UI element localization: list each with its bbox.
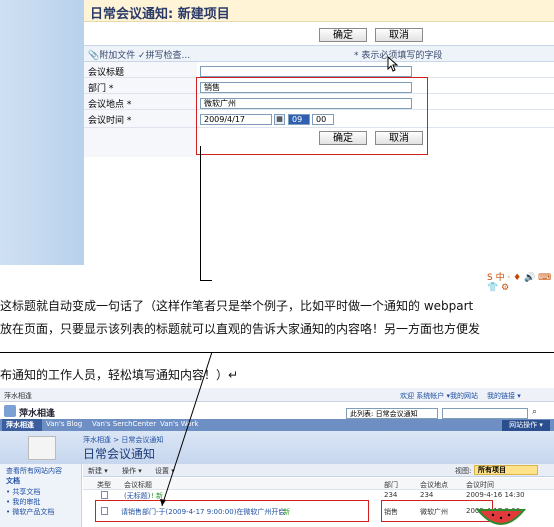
meeting-time-label: 会议时间 * bbox=[88, 116, 132, 126]
col-title[interactable]: 会议标题 bbox=[124, 480, 152, 490]
tab-home[interactable]: 萍水相逢 bbox=[6, 420, 34, 430]
spell-check-button[interactable]: ✓拼写检查... bbox=[138, 48, 190, 61]
row-time: 2009-4-16 14:30 bbox=[466, 491, 525, 499]
new-menu[interactable]: 新建 ▾ bbox=[88, 466, 108, 476]
view-all-content-link[interactable]: 查看所有网站内容 bbox=[6, 466, 62, 476]
meeting-title-input[interactable] bbox=[200, 66, 412, 77]
article-line-3: 布通知的工作人员，轻松填写通知内容！）↵ bbox=[0, 368, 239, 382]
nav-documents-heading[interactable]: 文档 bbox=[6, 476, 20, 486]
top-site-label: 萍水相逢 bbox=[4, 392, 32, 400]
search-icon[interactable]: ⌕ bbox=[532, 407, 537, 417]
separator-line bbox=[0, 352, 554, 353]
settings-menu[interactable]: 设置 ▾ bbox=[155, 466, 175, 476]
site-actions-menu[interactable]: 网站操作 ▾ bbox=[502, 420, 550, 431]
article-line-2: 放在页面，只要显示该列表的标题就可以直观的告诉大家通知的内容咯！另一方面也方便发 bbox=[0, 322, 481, 336]
attach-file-button[interactable]: 📎附加文件 bbox=[88, 48, 135, 61]
site-name: 萍水相逢 bbox=[19, 409, 56, 419]
form-left-panel bbox=[0, 0, 84, 265]
col-time[interactable]: 会议时间 bbox=[466, 480, 494, 490]
view-select[interactable]: 所有项目 bbox=[474, 465, 538, 475]
highlight-box bbox=[196, 77, 428, 155]
meeting-title-label: 会议标题 bbox=[88, 68, 125, 78]
tab-blog[interactable]: Van's Blog bbox=[46, 420, 82, 428]
nav-ms-product-docs[interactable]: • 微软产品文档 bbox=[6, 507, 54, 517]
search-scope-select[interactable]: 此列表: 日常会议通知 bbox=[346, 408, 438, 419]
col-location[interactable]: 会议地点 bbox=[420, 480, 448, 490]
tab-work[interactable]: Van's Work bbox=[160, 420, 199, 428]
view-label: 视图: bbox=[455, 467, 472, 475]
breadcrumb[interactable]: 萍水相逢 > 日常会议通知 bbox=[83, 435, 163, 445]
search-input[interactable] bbox=[442, 408, 528, 419]
form-title: 日常会议通知: 新建项目 bbox=[90, 7, 230, 22]
site-logo-icon bbox=[4, 405, 16, 417]
watermelon-icon bbox=[476, 509, 526, 525]
welcome-menu[interactable]: 欢迎 系统帐户 ▾ bbox=[400, 391, 450, 401]
ime-toolbar: S 中 · ♦ 🔊 ⌨ 👕 ⚙ bbox=[487, 273, 552, 293]
actions-menu[interactable]: 操作 ▾ bbox=[122, 466, 142, 476]
ok-button-top[interactable]: 确定 bbox=[319, 28, 367, 42]
pointer-line bbox=[200, 146, 201, 281]
highlight-box bbox=[95, 500, 369, 522]
my-links-menu[interactable]: 我的链接 ▾ bbox=[487, 391, 521, 401]
cursor-icon bbox=[387, 56, 399, 72]
nav-shared-documents[interactable]: • 共享文档 bbox=[6, 487, 40, 497]
paperclip-icon: 📎 bbox=[88, 51, 100, 61]
list-icon bbox=[28, 436, 56, 460]
col-department[interactable]: 部门 bbox=[384, 480, 398, 490]
sp-tab-bar bbox=[0, 419, 554, 431]
col-type[interactable]: 类型 bbox=[97, 480, 111, 490]
location-label: 会议地点 * bbox=[88, 100, 132, 110]
row-dept: 234 bbox=[384, 491, 398, 499]
row-location: 234 bbox=[420, 491, 434, 499]
cancel-button-top[interactable]: 取消 bbox=[375, 28, 423, 42]
pointer-line bbox=[200, 280, 212, 281]
spellcheck-icon: ✓ bbox=[138, 51, 146, 61]
nav-my-approvals[interactable]: • 我的审批 bbox=[6, 497, 40, 507]
document-icon bbox=[101, 491, 108, 499]
article-line-1: 这标题就自动变成一句话了（这样作笔者只是举个例子，比如平时做一个通知的 webp… bbox=[0, 299, 474, 313]
page-title: 日常会议通知 bbox=[83, 447, 156, 461]
tab-searchcenter[interactable]: Van's SerchCenter bbox=[92, 420, 156, 428]
department-label: 部门 * bbox=[88, 84, 114, 94]
my-site-link[interactable]: 我的网站 bbox=[450, 391, 478, 401]
